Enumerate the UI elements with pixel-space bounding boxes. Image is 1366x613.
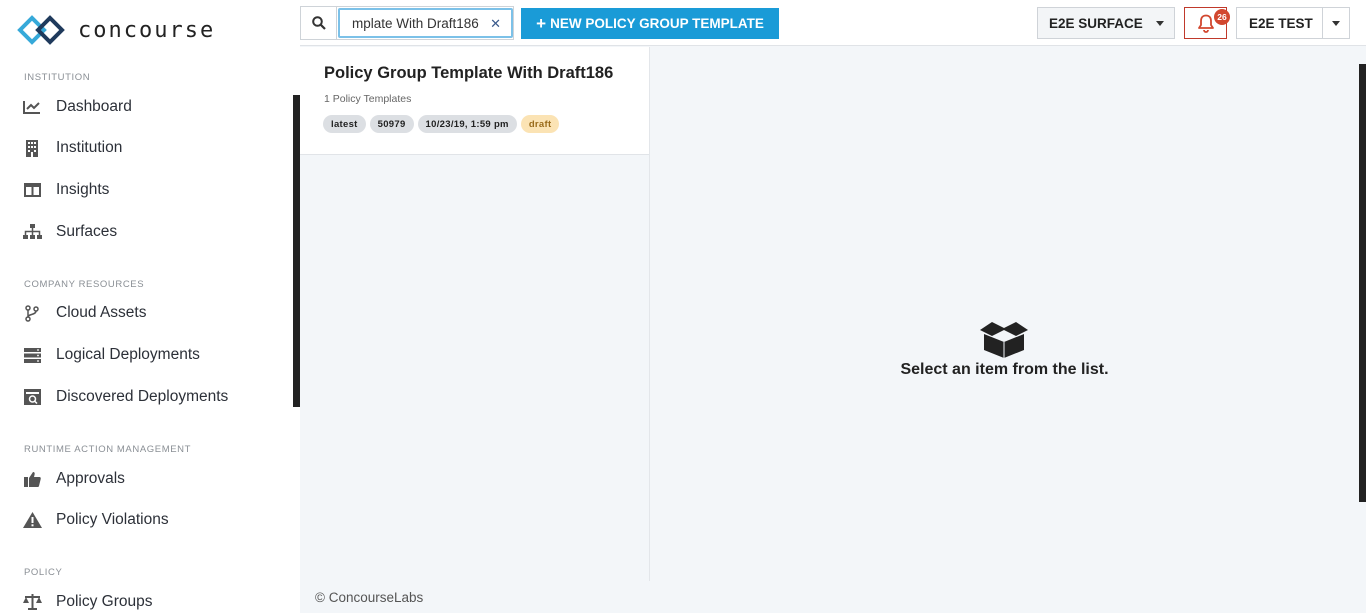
bell-icon [1197, 14, 1214, 33]
search-icon[interactable] [301, 7, 337, 39]
open-box-icon [980, 322, 1028, 358]
scan-icon [22, 387, 42, 407]
logo[interactable]: concourse [16, 12, 215, 48]
sidebar-item-approvals[interactable]: Approvals [22, 466, 125, 492]
sidebar-item-policy-groups[interactable]: Policy Groups [22, 589, 152, 613]
sidebar-item-cloud-assets[interactable]: Cloud Assets [22, 300, 146, 326]
notification-count-badge: 26 [1214, 9, 1230, 25]
sidebar-item-label: Approvals [56, 470, 125, 487]
tag-draft: draft [520, 115, 560, 133]
detail-scrollbar[interactable] [1359, 64, 1366, 502]
chevron-down-icon [1332, 21, 1340, 26]
sidebar-item-label: Surfaces [56, 223, 118, 240]
detail-pane: Select an item from the list. [651, 47, 1358, 581]
sidebar-item-policy-violations[interactable]: Policy Violations [22, 507, 169, 533]
list-item-subtitle: 1 Policy Templates [324, 93, 412, 105]
sidebar-item-label: Institution [56, 139, 123, 156]
server-icon [22, 345, 42, 365]
section-title-policy: POLICY [24, 567, 63, 578]
sidebar-item-label: Cloud Assets [56, 304, 147, 321]
surface-select[interactable]: E2E SURFACE [1037, 7, 1175, 39]
user-menu[interactable]: E2E TEST [1236, 7, 1350, 39]
branch-icon [22, 303, 42, 323]
sidebar-item-logical-deployments[interactable]: Logical Deployments [22, 342, 200, 368]
sidebar-scrollbar[interactable] [293, 95, 300, 407]
new-policy-group-template-button[interactable]: + NEW POLICY GROUP TEMPLATE [521, 8, 779, 39]
sidebar-item-label: Discovered Deployments [56, 388, 229, 405]
warning-icon [22, 510, 42, 530]
columns-icon [22, 180, 42, 200]
tag-latest: latest [323, 115, 366, 133]
section-title-company-resources: COMPANY RESOURCES [24, 279, 145, 290]
chevron-down-icon [1156, 21, 1164, 26]
new-button-label: NEW POLICY GROUP TEMPLATE [550, 16, 764, 31]
tag-list: latest 50979 10/23/19, 1:59 pm draft [323, 115, 563, 133]
balance-scale-icon [22, 592, 42, 612]
divider [1322, 8, 1323, 38]
list-item-title: Policy Group Template With Draft186 [324, 64, 614, 82]
empty-state-message: Select an item from the list. [900, 361, 1109, 378]
sidebar-item-surfaces[interactable]: Surfaces [22, 219, 117, 245]
footer-copyright: © ConcourseLabs [315, 590, 424, 605]
tag-id: 50979 [369, 115, 414, 133]
template-list: Policy Group Template With Draft186 1 Po… [300, 47, 650, 581]
sidebar-item-label: Logical Deployments [56, 346, 200, 363]
section-title-institution: INSTITUTION [24, 72, 91, 83]
sidebar-item-label: Dashboard [56, 98, 132, 115]
search-input[interactable] [338, 8, 513, 38]
sidebar-item-insights[interactable]: Insights [22, 177, 109, 203]
plus-icon: + [536, 13, 547, 33]
building-icon [22, 138, 42, 158]
sidebar-item-dashboard[interactable]: Dashboard [22, 94, 132, 120]
sidebar-item-label: Policy Groups [56, 593, 153, 610]
top-bar: ✕ + NEW POLICY GROUP TEMPLATE E2E SURFAC… [300, 0, 1366, 46]
sidebar: concourse INSTITUTION Dashboard Institut… [0, 0, 300, 613]
thumbs-up-icon [22, 469, 42, 489]
sidebar-item-institution[interactable]: Institution [22, 135, 122, 161]
list-item[interactable]: Policy Group Template With Draft186 1 Po… [300, 47, 649, 155]
clear-search-icon[interactable]: ✕ [490, 16, 501, 32]
surface-select-label: E2E SURFACE [1049, 15, 1143, 31]
sidebar-item-label: Policy Violations [56, 511, 169, 528]
concourse-logo-icon [17, 15, 65, 45]
chart-line-icon [22, 97, 42, 117]
search-box: ✕ [300, 6, 514, 40]
sitemap-icon [22, 222, 42, 242]
section-title-runtime-action-management: RUNTIME ACTION MANAGEMENT [24, 444, 192, 455]
notifications-button[interactable]: 26 [1184, 7, 1230, 39]
app-name: concourse [78, 17, 216, 43]
sidebar-item-label: Insights [56, 181, 110, 198]
tag-date: 10/23/19, 1:59 pm [417, 115, 517, 133]
user-menu-label: E2E TEST [1249, 15, 1313, 31]
sidebar-item-discovered-deployments[interactable]: Discovered Deployments [22, 384, 228, 410]
